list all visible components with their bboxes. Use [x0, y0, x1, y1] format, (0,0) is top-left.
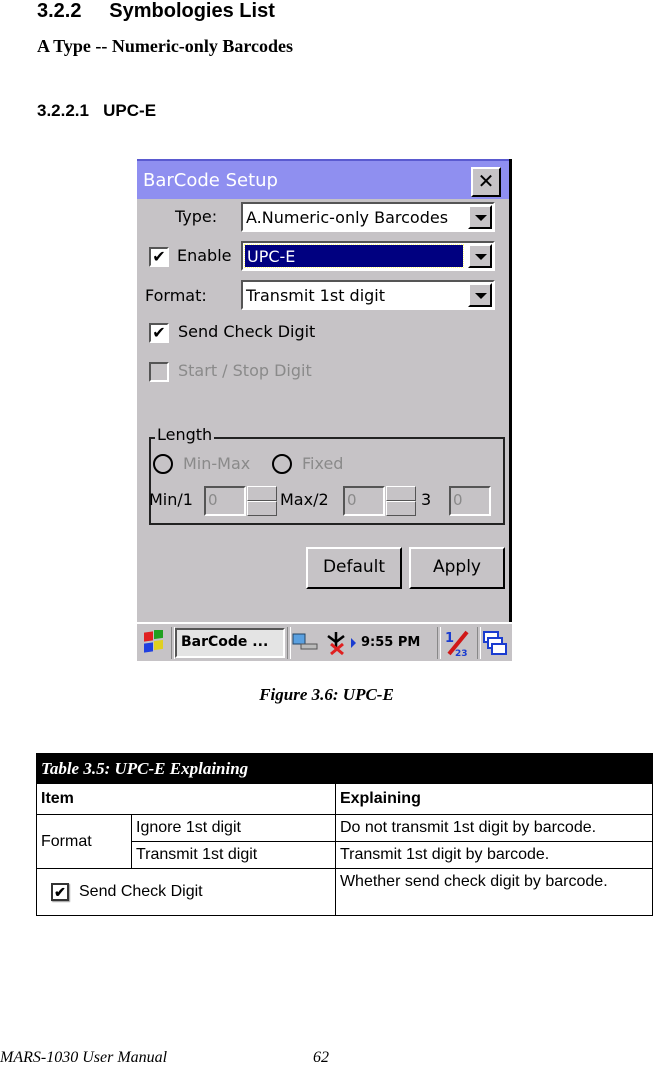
- subsection-heading: 3.2.2.1 UPC-E: [37, 101, 157, 120]
- antenna-disconnected-icon[interactable]: [323, 630, 349, 656]
- fixed-radio[interactable]: [272, 454, 292, 474]
- start-stop-digit-checkbox[interactable]: [149, 362, 169, 382]
- cell-option: Ignore 1st digit: [131, 814, 336, 842]
- max-spinner[interactable]: [386, 486, 416, 516]
- check-icon: ✔: [152, 247, 166, 266]
- close-icon: ✕: [477, 169, 495, 193]
- min-max-radio-label: Min-Max: [183, 454, 251, 473]
- svg-text:23: 23: [455, 649, 468, 658]
- third-label: 3: [421, 490, 432, 509]
- taskbar-clock[interactable]: 9:55 PM: [361, 635, 420, 650]
- chevron-down-icon[interactable]: [468, 283, 492, 307]
- length-group-label: Length: [155, 425, 215, 444]
- cell-explaining: Whether send check digit by barcode.: [334, 868, 653, 916]
- footer-manual-title: MARS-1030 User Manual: [0, 1049, 168, 1066]
- barcode-setup-screenshot: BarCode Setup ✕ Type: A.Numeric-only Bar…: [137, 159, 512, 661]
- symbology-dropdown-value: UPC-E: [244, 244, 464, 268]
- network-icon[interactable]: [291, 632, 319, 654]
- close-button[interactable]: ✕: [471, 167, 501, 197]
- checkbox-checked-icon: ✔: [51, 882, 69, 901]
- start-stop-digit-label: Start / Stop Digit: [178, 361, 312, 380]
- format-dropdown-value: Transmit 1st digit: [246, 286, 386, 305]
- default-button[interactable]: Default: [306, 547, 402, 589]
- table-header-row: Item Explaining: [36, 783, 653, 815]
- max-input[interactable]: 0: [343, 486, 385, 516]
- symbology-dropdown[interactable]: UPC-E: [241, 241, 495, 271]
- cell-explaining: Transmit 1st digit by barcode.: [334, 841, 653, 869]
- taskbar-separator: [437, 627, 441, 659]
- table-caption-row: Table 3.5: UPC-E Explaining: [36, 753, 653, 784]
- format-dropdown[interactable]: Transmit 1st digit: [241, 280, 495, 310]
- svg-text:1: 1: [445, 631, 454, 646]
- fixed-radio-label: Fixed: [302, 454, 344, 473]
- table-row: Format Ignore 1st digit Do not transmit …: [36, 814, 653, 869]
- min-max-radio[interactable]: [153, 454, 173, 474]
- spin-down-icon[interactable]: [386, 501, 416, 516]
- cell-item-label: Send Check Digit: [79, 883, 203, 901]
- send-check-digit-checkbox[interactable]: ✔: [149, 323, 169, 343]
- check-icon: ✔: [152, 323, 166, 342]
- type-subheading: A Type -- Numeric-only Barcodes: [37, 36, 293, 56]
- dialog-title: BarCode Setup: [143, 170, 278, 191]
- min-label: Min/1: [149, 490, 193, 509]
- send-check-digit-label: Send Check Digit: [178, 322, 316, 341]
- min-spinner[interactable]: [247, 486, 277, 516]
- table-row: ✔ Send Check Digit Whether send check dig…: [36, 868, 653, 916]
- third-input[interactable]: 0: [449, 486, 491, 516]
- cell-option: Transmit 1st digit: [131, 841, 336, 869]
- taskbar: BarCode ... 9:55 PM 1 23: [137, 622, 512, 661]
- start-windows-icon[interactable]: [141, 628, 167, 656]
- figure-caption: Figure 3.6: UPC-E: [259, 685, 394, 704]
- input-method-icon[interactable]: 1 23: [443, 628, 473, 659]
- apply-button[interactable]: Apply: [409, 547, 505, 589]
- spin-up-icon[interactable]: [247, 486, 277, 501]
- type-dropdown-value: A.Numeric-only Barcodes: [246, 208, 449, 227]
- section-heading: 3.2.2 Symbologies List: [37, 0, 275, 22]
- type-dropdown[interactable]: A.Numeric-only Barcodes: [241, 202, 495, 232]
- expand-arrow-icon[interactable]: [351, 638, 356, 648]
- taskbar-app-button[interactable]: BarCode ...: [175, 628, 285, 658]
- chevron-down-icon[interactable]: [468, 244, 492, 268]
- cell-item-format: Format: [36, 814, 132, 869]
- table-caption: Table 3.5: UPC-E Explaining: [36, 753, 653, 784]
- dialog-titlebar: BarCode Setup ✕: [137, 159, 509, 199]
- spin-down-icon[interactable]: [247, 501, 277, 516]
- header-explaining: Explaining: [334, 783, 653, 815]
- cell-explaining: Do not transmit 1st digit by barcode.: [334, 814, 653, 842]
- format-label: Format:: [145, 286, 207, 305]
- windows-switch-icon[interactable]: [482, 630, 508, 656]
- upc-e-explaining-table: Table 3.5: UPC-E Explaining Item Explain…: [36, 753, 653, 916]
- enable-checkbox[interactable]: ✔: [149, 247, 169, 267]
- footer-page-number: 62: [313, 1049, 329, 1066]
- taskbar-separator: [477, 627, 481, 659]
- chevron-down-icon[interactable]: [468, 205, 492, 229]
- cell-item-send-check-digit: ✔ Send Check Digit: [36, 868, 336, 916]
- max-label: Max/2: [280, 490, 329, 509]
- enable-label: Enable: [177, 246, 232, 265]
- type-label: Type:: [175, 207, 218, 226]
- min-input[interactable]: 0: [204, 486, 246, 516]
- spin-up-icon[interactable]: [386, 486, 416, 501]
- header-item: Item: [36, 783, 336, 815]
